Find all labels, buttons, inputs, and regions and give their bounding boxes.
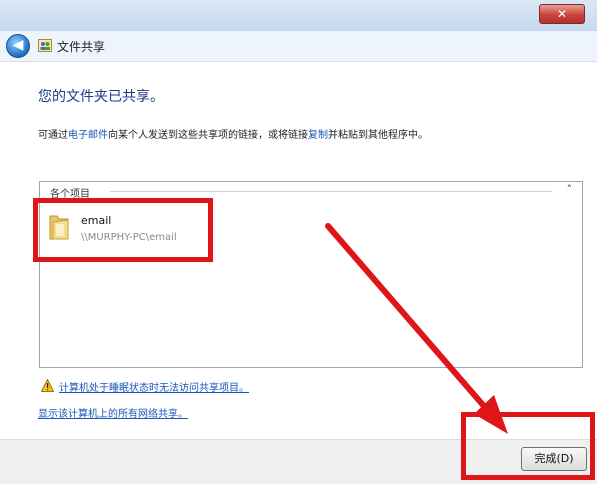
share-description: 可通过电子邮件向某个人发送到这些共享项的链接，或将链接复制并粘贴到其他程序中。 <box>38 126 428 141</box>
close-button[interactable]: ✕ <box>539 4 585 24</box>
shared-items-group: 各个项目 ˄ email \\MURPHY-PC\email <box>39 181 583 368</box>
shared-item[interactable]: email \\MURPHY-PC\email <box>48 210 218 250</box>
show-network-shares-link[interactable]: 显示该计算机上的所有网络共享。 <box>38 405 188 420</box>
page-heading: 您的文件夹已共享。 <box>38 89 164 105</box>
group-divider <box>110 191 552 192</box>
navigation-bar: ◀ 文件共享 <box>0 31 597 62</box>
email-link[interactable]: 电子邮件 <box>68 130 108 141</box>
window-title: 文件共享 <box>57 40 106 54</box>
finish-button[interactable]: 完成(D) <box>521 447 587 471</box>
item-name: email <box>81 214 112 227</box>
close-icon: ✕ <box>556 7 568 21</box>
footer-bar <box>0 439 597 484</box>
back-arrow-icon: ◀ <box>12 37 24 53</box>
title-bar: ✕ <box>0 0 597 32</box>
desc-prefix: 可通过 <box>38 130 68 141</box>
sleep-warning-link[interactable]: 计算机处于睡眠状态时无法访问共享项目。 <box>59 379 249 394</box>
share-icon <box>38 39 52 52</box>
collapse-icon[interactable]: ˄ <box>567 183 573 196</box>
warning-icon <box>41 379 54 392</box>
folder-icon <box>49 215 69 240</box>
group-title: 各个项目 <box>50 189 90 200</box>
copy-link[interactable]: 复制 <box>308 130 328 141</box>
item-path: \\MURPHY-PC\email <box>81 232 177 243</box>
back-button[interactable]: ◀ <box>6 34 30 58</box>
desc-suffix: 并粘贴到其他程序中。 <box>328 130 428 141</box>
desc-middle: 向某个人发送到这些共享项的链接，或将链接 <box>108 130 308 141</box>
